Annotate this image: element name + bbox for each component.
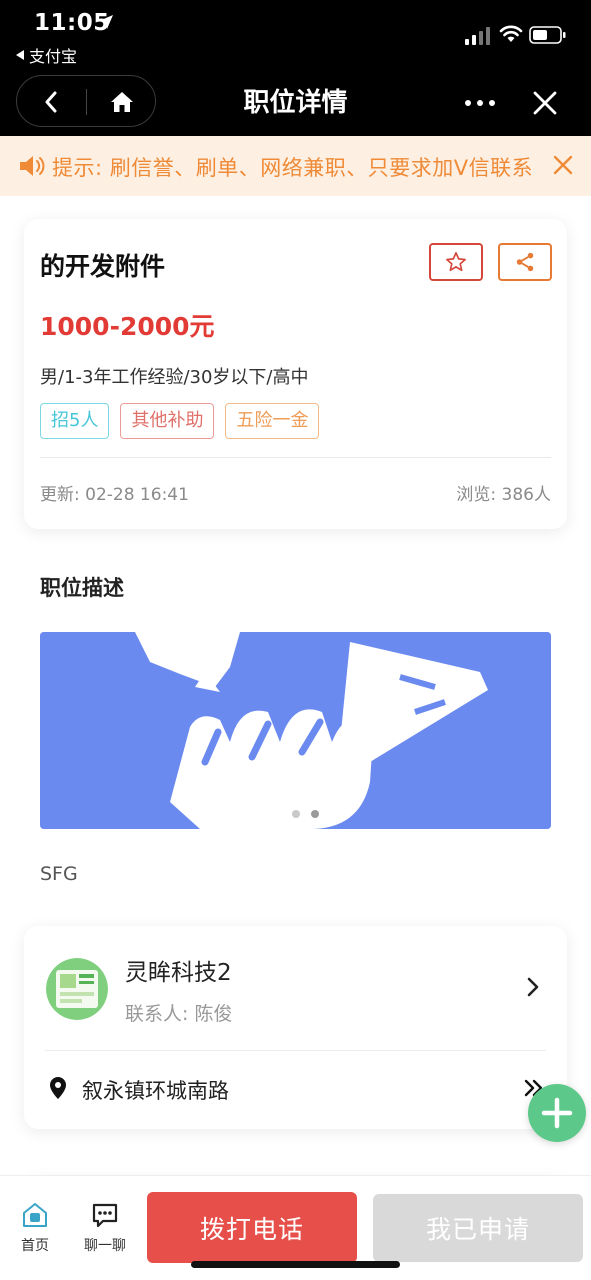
back-button[interactable] [17,76,85,128]
job-tag: 五险一金 [225,403,320,439]
company-logo [46,958,108,1020]
description-text: SFG [40,863,78,885]
add-floating-button[interactable] [528,1084,586,1142]
contact-person: 联系人: 陈俊 [125,1003,233,1025]
more-dot-icon [465,100,471,106]
job-tags: 招5人 其他补助 五险一金 [40,403,320,439]
back-triangle-icon [16,50,24,60]
company-name: 灵眸科技2 [125,960,232,986]
company-logo-image [46,958,108,1020]
favorite-button[interactable] [429,243,483,281]
chat-bubble-icon [92,1203,118,1228]
view-count: 浏览: 386人 [456,485,551,505]
job-image-banner[interactable] [40,632,551,829]
bottom-action-bar: 首页 聊一聊 拨打电话 我已申请 [0,1175,591,1280]
home-icon [111,92,133,112]
fist-microphone-illustration [40,632,551,829]
card-divider [40,457,551,458]
job-card: 的开发附件 1000-2000元 男/1-3年工作经验/30岁以下/高中 招5人… [24,219,567,529]
company-divider [45,1050,546,1051]
home-tab-icon [23,1203,47,1227]
call-button[interactable]: 拨打电话 [147,1192,357,1263]
location-pin-icon [50,1077,66,1099]
home-button[interactable] [89,76,155,128]
description-heading: 职位描述 [40,576,124,600]
tab-home-label: 首页 [21,1238,49,1254]
applied-button[interactable]: 我已申请 [373,1194,583,1262]
battery-icon [529,26,566,44]
top-bar: 11:05 支付宝 职位详情 [0,0,591,136]
back-app-label: 支付宝 [29,47,78,66]
carousel-dot [292,810,300,818]
star-icon [446,252,466,272]
job-title: 的开发附件 [40,252,166,281]
back-to-app-link[interactable]: 支付宝 [16,43,77,67]
carousel-dot-active [311,810,319,818]
plus-icon [541,1097,573,1129]
update-time: 更新: 02-28 16:41 [40,485,189,505]
location-arrow-icon [99,15,113,29]
more-button[interactable] [456,86,504,120]
close-icon[interactable] [524,82,566,124]
chevron-right-icon [527,977,539,997]
company-card[interactable]: 灵眸科技2 联系人: 陈俊 叙永镇环城南路 [24,926,567,1129]
chevron-left-icon [45,91,57,113]
company-address: 叙永镇环城南路 [82,1079,229,1103]
home-indicator [191,1261,400,1268]
more-dot-icon [477,100,483,106]
nav-capsule [16,75,156,127]
job-salary: 1000-2000元 [40,312,215,341]
share-icon [516,252,534,272]
notice-bar: 提示: 刷信誉、刷单、网络兼职、只要求加V信联系 [0,136,591,196]
share-button[interactable] [498,243,552,281]
tab-home[interactable]: 首页 [6,1201,64,1261]
tab-chat[interactable]: 聊一聊 [74,1201,136,1261]
close-notice-icon[interactable] [550,152,576,178]
job-requirements: 男/1-3年工作经验/30岁以下/高中 [40,367,309,388]
speaker-icon [20,156,45,176]
more-dot-icon [489,100,495,106]
wifi-icon [499,25,523,42]
notice-text: 提示: 刷信誉、刷单、网络兼职、只要求加V信联系 [52,156,534,180]
capsule-divider [86,89,87,115]
job-tag: 其他补助 [120,403,215,439]
cellular-signal-icon [465,27,490,45]
job-tag: 招5人 [40,403,110,439]
tab-chat-label: 聊一聊 [84,1238,126,1254]
main-content: 的开发附件 1000-2000元 男/1-3年工作经验/30岁以下/高中 招5人… [0,196,591,1280]
